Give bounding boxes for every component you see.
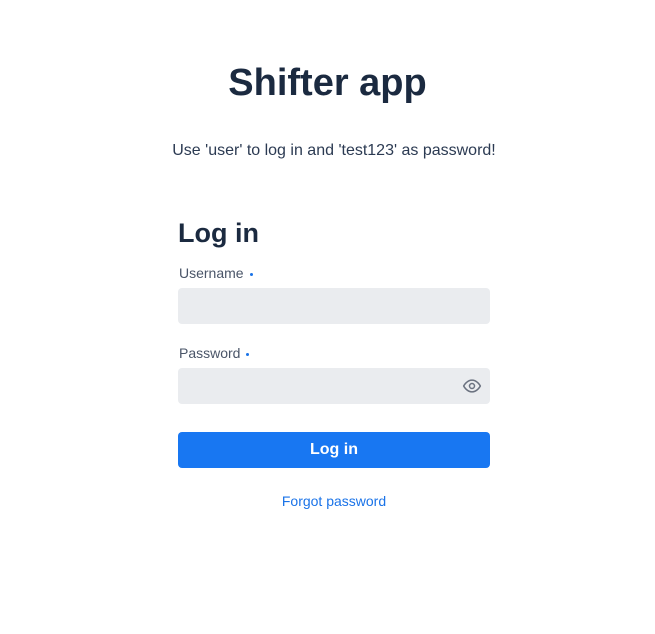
login-page: Shifter app Use 'user' to log in and 'te… xyxy=(0,0,655,634)
form-title: Log in xyxy=(178,218,259,248)
username-label-row: Username xyxy=(179,264,490,282)
username-label: Username xyxy=(179,265,244,281)
login-hint: Use 'user' to log in and 'test123' as pa… xyxy=(172,142,496,159)
login-button[interactable]: Log in xyxy=(178,432,490,468)
eye-icon[interactable] xyxy=(462,376,482,396)
required-indicator xyxy=(246,352,250,356)
password-label: Password xyxy=(179,345,241,361)
password-field-wrapper xyxy=(178,368,490,404)
username-field-wrapper xyxy=(178,288,490,324)
forgot-password-link[interactable]: Forgot password xyxy=(178,492,490,510)
password-input[interactable] xyxy=(178,368,490,404)
login-form: Log in Username Password Log in Forgot p… xyxy=(178,214,490,510)
app-title: Shifter app xyxy=(228,62,427,104)
password-label-row: Password xyxy=(179,344,490,362)
required-indicator xyxy=(249,272,253,276)
username-input[interactable] xyxy=(178,288,490,324)
